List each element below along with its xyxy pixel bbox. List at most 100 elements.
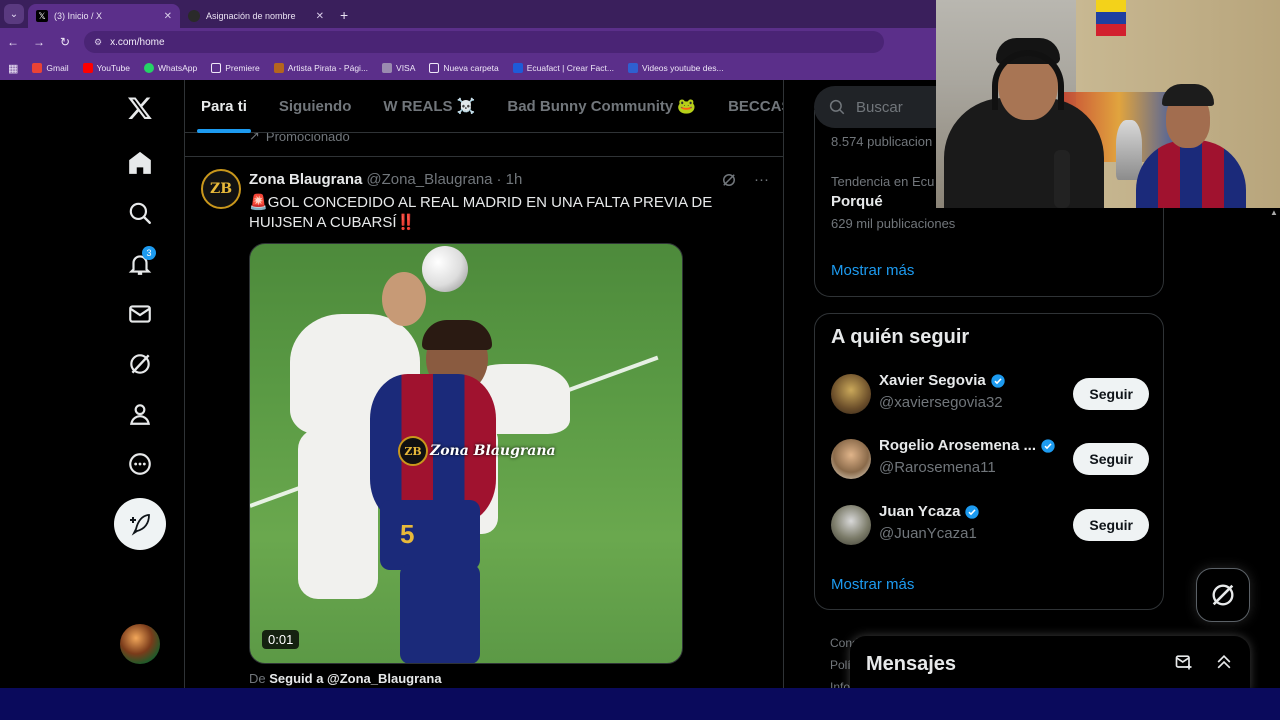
- suggested-account[interactable]: Xavier Segovia @xaviersegovia32 Seguir: [831, 364, 1149, 424]
- post-author-handle[interactable]: @Zona_Blaugrana: [366, 171, 492, 188]
- watermark-logo: ZB: [398, 436, 428, 466]
- football: [422, 246, 468, 292]
- search-icon: [829, 99, 845, 115]
- exclamation-emoji: ‼️: [396, 214, 416, 231]
- cam-trophy: [1116, 120, 1142, 180]
- tab-title: Asignación de nombre: [206, 11, 296, 21]
- verified-badge-icon: [1041, 438, 1055, 453]
- grok-floating-button[interactable]: [1196, 568, 1250, 622]
- tab-para-ti[interactable]: Para ti: [185, 80, 263, 133]
- video-icon: [627, 63, 638, 73]
- reload-icon[interactable]: ↻: [58, 35, 72, 49]
- search-icon[interactable]: [110, 191, 170, 235]
- barca-player-legs: [400, 564, 480, 663]
- grok-icon[interactable]: [110, 342, 170, 386]
- gmail-icon: [32, 63, 43, 73]
- tab-siguiendo[interactable]: Siguiendo: [263, 80, 368, 133]
- account-name[interactable]: Xavier Segovia: [879, 372, 1006, 389]
- bookmark-artista-pirata[interactable]: Artista Pirata - Pági...: [273, 63, 368, 73]
- feed-tabs: Para ti Siguiendo W REALS ☠️ Bad Bunny C…: [185, 80, 783, 133]
- tab-bad-bunny-community[interactable]: Bad Bunny Community 🐸: [491, 80, 712, 133]
- tab-search-icon[interactable]: ⌄: [4, 4, 24, 24]
- trend-context: Tendencia en Ecu: [831, 174, 935, 189]
- who-to-follow-title: A quién seguir: [831, 326, 970, 348]
- folder-icon: [211, 63, 222, 73]
- site-favicon-icon: [188, 10, 200, 22]
- account-name[interactable]: Juan Ycaza: [879, 503, 980, 520]
- folder-icon: [429, 63, 440, 73]
- messages-drawer[interactable]: Mensajes: [850, 636, 1250, 692]
- url-text: x.com/home: [110, 36, 165, 48]
- post-author-avatar[interactable]: ZB: [201, 169, 241, 209]
- compose-post-button[interactable]: [114, 498, 166, 550]
- white-player-head: [382, 272, 426, 326]
- bookmark-nueva-carpeta[interactable]: Nueva carpeta: [429, 63, 499, 73]
- post-header: Zona Blaugrana @Zona_Blaugrana · 1h: [249, 171, 522, 188]
- post-author-name[interactable]: Zona Blaugrana: [249, 171, 362, 188]
- bookmark-whatsapp[interactable]: WhatsApp: [144, 63, 197, 73]
- bookmark-ecuafact[interactable]: Ecuafact | Crear Fact...: [512, 63, 614, 73]
- x-logo-icon[interactable]: [110, 86, 170, 130]
- follow-source-text: Seguid a @Zona_Blaugrana: [269, 671, 442, 686]
- site-info-icon[interactable]: ⚙: [94, 37, 102, 48]
- avatar[interactable]: [831, 439, 871, 479]
- verified-badge-icon: [991, 373, 1005, 388]
- close-tab-icon[interactable]: ✕: [164, 11, 172, 22]
- tab-title: (3) Inicio / X: [54, 11, 103, 21]
- tab-w-reals[interactable]: W REALS ☠️: [367, 80, 491, 133]
- bookmark-gmail[interactable]: Gmail: [32, 63, 69, 73]
- trend-post-count: 629 mil publicaciones: [831, 216, 956, 231]
- profile-icon[interactable]: [110, 392, 170, 436]
- browser-tab-asignacion[interactable]: Asignación de nombre ✕: [180, 4, 332, 28]
- who-show-more-link[interactable]: Mostrar más: [831, 576, 914, 593]
- bookmark-premiere[interactable]: Premiere: [211, 63, 260, 73]
- browser-tab-x-home[interactable]: 𝕏 (3) Inicio / X ✕: [28, 4, 180, 28]
- bookmark-videos-youtube[interactable]: Videos youtube des...: [627, 63, 724, 73]
- back-icon[interactable]: ←: [6, 35, 20, 49]
- follow-source[interactable]: De Seguid a @Zona_Blaugrana: [249, 671, 442, 686]
- close-tab-icon[interactable]: ✕: [316, 11, 324, 22]
- suggested-account[interactable]: Rogelio Arosemena ... @Rarosemena11 Segu…: [831, 429, 1149, 489]
- post-actions: ···: [720, 171, 769, 193]
- bookmark-visa[interactable]: VISA: [382, 63, 415, 73]
- suggested-account[interactable]: Juan Ycaza @JuanYcaza1 Seguir: [831, 495, 1149, 555]
- follow-button[interactable]: Seguir: [1073, 443, 1149, 475]
- siren-emoji: 🚨: [249, 194, 268, 211]
- post-time[interactable]: · 1h: [497, 171, 523, 188]
- more-options-icon[interactable]: ···: [754, 171, 769, 193]
- follow-button[interactable]: Seguir: [1073, 509, 1149, 541]
- cam-flag: [1096, 0, 1126, 36]
- home-icon[interactable]: [110, 141, 170, 185]
- new-message-icon[interactable]: [1174, 652, 1194, 677]
- divider: [185, 156, 783, 157]
- cam-person-2-cap: [1162, 84, 1214, 106]
- new-tab-icon[interactable]: +: [340, 7, 348, 23]
- more-icon[interactable]: [110, 442, 170, 486]
- messages-icon[interactable]: [110, 292, 170, 336]
- notifications-icon[interactable]: 3: [110, 242, 170, 286]
- apps-grid-icon[interactable]: ▦: [8, 62, 18, 75]
- avatar[interactable]: [831, 505, 871, 545]
- ecuafact-icon: [512, 63, 523, 73]
- account-avatar[interactable]: [120, 624, 160, 664]
- expand-drawer-icon[interactable]: [1214, 652, 1234, 677]
- bookmark-youtube[interactable]: YouTube: [82, 63, 130, 73]
- avatar[interactable]: [831, 374, 871, 414]
- scrollbar[interactable]: ▲: [1270, 208, 1278, 217]
- verified-badge-icon: [965, 504, 980, 519]
- trends-show-more-link[interactable]: Mostrar más: [831, 262, 914, 279]
- account-handle: @xaviersegovia32: [879, 394, 1003, 411]
- url-input[interactable]: ⚙ x.com/home: [84, 31, 884, 53]
- trend-name[interactable]: Porqué: [831, 193, 883, 210]
- grok-post-icon[interactable]: [720, 171, 738, 193]
- visa-icon: [382, 63, 393, 73]
- who-to-follow-card: A quién seguir Xavier Segovia @xavierseg…: [814, 313, 1164, 610]
- ap-icon: [273, 63, 284, 73]
- forward-icon[interactable]: →: [32, 35, 46, 49]
- account-name[interactable]: Rogelio Arosemena ...: [879, 437, 1056, 454]
- video-watermark: ZB Zona Blaugrana: [398, 436, 556, 466]
- post-video[interactable]: 5 ZB Zona Blaugrana 0:01: [249, 243, 683, 664]
- home-feed: ↗ Promocionado Para ti Siguiendo W REALS…: [184, 80, 784, 688]
- tab-beccase[interactable]: BECCASE: [712, 80, 783, 133]
- follow-button[interactable]: Seguir: [1073, 378, 1149, 410]
